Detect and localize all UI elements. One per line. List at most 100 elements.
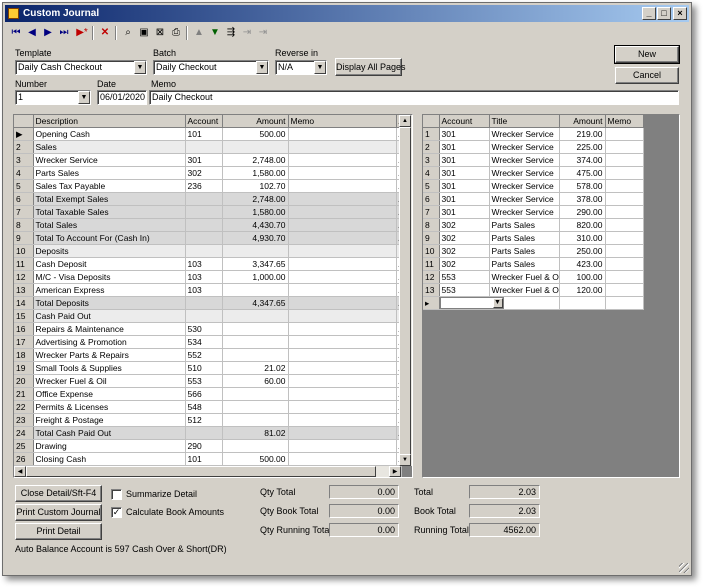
table-row[interactable]: 17Advertising & Promotion534A (14, 335, 402, 350)
chevron-down-icon[interactable]: ▼ (314, 61, 326, 74)
col-title[interactable]: Title (489, 115, 560, 129)
memo-cell[interactable] (288, 361, 397, 376)
title-cell[interactable]: Parts Sales (489, 244, 560, 259)
amount-cell[interactable] (222, 244, 289, 259)
scroll-left-icon[interactable]: ◀ (14, 466, 26, 477)
table-row[interactable]: 16Repairs & Maintenance530A (14, 322, 402, 337)
table-row[interactable]: 8 302 Parts Sales 820.00 (423, 218, 644, 233)
memo-cell[interactable] (605, 283, 644, 298)
table-row[interactable]: 4 301 Wrecker Service 475.00 (423, 166, 644, 181)
table-row[interactable]: 7Total Taxable Sales1,580.00A (14, 205, 402, 220)
table-row[interactable]: 14Total Deposits4,347.65A (14, 296, 402, 311)
description-cell[interactable]: Repairs & Maintenance (33, 322, 186, 337)
summarize-detail-checkbox[interactable] (111, 489, 122, 500)
delete-icon[interactable]: ✕ (97, 25, 113, 41)
memo-field[interactable]: Daily Checkout (149, 90, 679, 105)
description-cell[interactable]: American Express (33, 283, 186, 298)
table-row[interactable]: 9Total To Account For (Cash In)4,930.70A (14, 231, 402, 246)
print-setup-icon[interactable]: ⎙ (168, 25, 184, 41)
amount-cell[interactable]: 60.00 (222, 374, 289, 389)
detail-grid[interactable]: Account Title Amount Memo 1 301 Wrecker Se… (422, 114, 680, 478)
memo-cell[interactable] (288, 296, 397, 311)
memo-cell[interactable] (288, 153, 397, 168)
memo-cell[interactable] (288, 426, 397, 441)
amount-cell[interactable]: 102.70 (222, 179, 289, 194)
hscroll-thumb[interactable] (26, 466, 376, 477)
amount-cell[interactable]: 423.00 (559, 257, 606, 272)
maximize-button[interactable]: □ (657, 7, 671, 20)
description-cell[interactable]: Closing Cash (33, 452, 186, 467)
table-row[interactable]: 15 Cash Paid Out (14, 309, 402, 324)
memo-cell[interactable] (605, 257, 644, 272)
table-row[interactable]: 20Wrecker Fuel & Oil55360.00A (14, 374, 402, 389)
memo-cell[interactable] (288, 179, 397, 194)
memo-cell[interactable] (605, 218, 644, 233)
account-cell[interactable] (185, 205, 223, 220)
amount-cell[interactable]: 310.00 (559, 231, 606, 246)
date-field[interactable]: 06/01/2020 (97, 90, 147, 105)
amount-cell[interactable] (222, 387, 289, 402)
description-cell[interactable]: Wrecker Service (33, 153, 186, 168)
title-cell[interactable]: Wrecker Fuel & Oil (489, 270, 560, 285)
table-row[interactable]: 3 301 Wrecker Service 374.00 (423, 153, 644, 168)
template-select[interactable]: Daily Cash Checkout ▼ (15, 60, 147, 75)
description-cell[interactable]: Advertising & Promotion (33, 335, 186, 350)
memo-cell[interactable] (605, 192, 644, 207)
table-row[interactable]: 24Total Cash Paid Out81.02A (14, 426, 402, 441)
memo-cell[interactable] (288, 309, 397, 324)
memo-cell[interactable] (288, 439, 397, 454)
description-cell[interactable]: Total Taxable Sales (33, 205, 186, 220)
amount-cell[interactable]: 81.02 (222, 426, 289, 441)
amount-cell[interactable]: 374.00 (559, 153, 606, 168)
table-row[interactable]: 1 301 Wrecker Service 219.00 (423, 127, 644, 142)
table-row[interactable]: 3Wrecker Service3012,748.00A (14, 153, 402, 168)
amount-cell[interactable] (559, 296, 606, 311)
print-custom-journal-button[interactable]: Print Custom Journal (15, 504, 102, 521)
resize-grip[interactable] (679, 563, 689, 573)
account-cell[interactable]: 301 (439, 179, 490, 194)
account-cell[interactable] (185, 192, 223, 207)
col-amount[interactable]: Amount (222, 115, 289, 129)
account-cell[interactable]: 103 (185, 270, 223, 285)
description-cell[interactable]: Small Tools & Supplies (33, 361, 186, 376)
table-row[interactable]: 13 553 Wrecker Fuel & Oil 120.00 (423, 283, 644, 298)
last-record-icon[interactable]: ⏭ (56, 25, 72, 41)
account-cell[interactable]: 510 (185, 361, 223, 376)
account-cell[interactable] (185, 426, 223, 441)
memo-cell[interactable] (288, 452, 397, 467)
memo-cell[interactable] (288, 205, 397, 220)
memo-cell[interactable] (605, 296, 644, 311)
table-row[interactable]: 12 553 Wrecker Fuel & Oil 100.00 (423, 270, 644, 285)
amount-cell[interactable]: 225.00 (559, 140, 606, 155)
amount-cell[interactable]: 578.00 (559, 179, 606, 194)
close-detail-button[interactable]: Close Detail/Sft-F4 (15, 485, 102, 502)
memo-cell[interactable] (288, 387, 397, 402)
account-cell[interactable]: 566 (185, 387, 223, 402)
minimize-button[interactable]: _ (642, 7, 656, 20)
account-cell[interactable]: 553 (439, 270, 490, 285)
amount-cell[interactable]: 4,930.70 (222, 231, 289, 246)
number-select[interactable]: 1 ▼ (15, 90, 91, 105)
memo-cell[interactable] (288, 322, 397, 337)
table-row[interactable]: 18Wrecker Parts & Repairs552A (14, 348, 402, 363)
reverse-select[interactable]: N/A ▼ (275, 60, 327, 75)
amount-cell[interactable]: 475.00 (559, 166, 606, 181)
table-row[interactable]: 7 301 Wrecker Service 290.00 (423, 205, 644, 220)
table-row[interactable]: 11 302 Parts Sales 423.00 (423, 257, 644, 272)
account-cell[interactable]: 302 (439, 218, 490, 233)
title-cell[interactable]: Wrecker Service (489, 166, 560, 181)
title-cell[interactable]: Wrecker Fuel & Oil (489, 283, 560, 298)
description-cell[interactable]: Total Cash Paid Out (33, 426, 186, 441)
first-record-icon[interactable]: ⏮ (8, 25, 24, 41)
account-cell[interactable]: 101 (185, 127, 223, 142)
account-cell[interactable] (185, 140, 223, 155)
memo-cell[interactable] (288, 140, 397, 155)
table-row[interactable]: 5Sales Tax Payable236102.70A (14, 179, 402, 194)
journal-lines-grid[interactable]: Description Account Amount Memo A ▶Openi… (13, 114, 413, 478)
account-cell[interactable]: 301 (439, 192, 490, 207)
title-cell[interactable]: Parts Sales (489, 231, 560, 246)
memo-cell[interactable] (288, 374, 397, 389)
description-cell[interactable]: Wrecker Fuel & Oil (33, 374, 186, 389)
memo-cell[interactable] (605, 166, 644, 181)
table-row[interactable]: 2 Sales (14, 140, 402, 155)
